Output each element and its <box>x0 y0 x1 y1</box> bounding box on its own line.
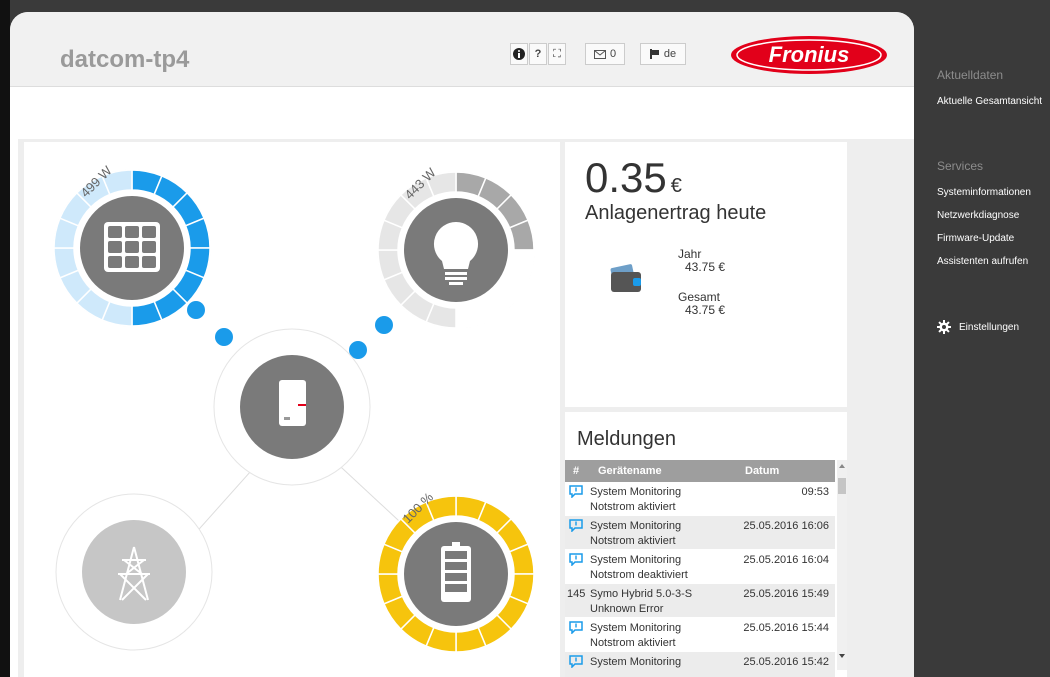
pv-gauge: 499 W <box>53 162 211 327</box>
message-text: Notstrom aktiviert <box>590 501 676 513</box>
table-row[interactable]: System Monitoring Notstrom aktiviert 25.05… <box>565 618 835 652</box>
messages-table: # Gerätename Datum System Monitoring Nots… <box>565 460 835 677</box>
message-bubble-icon <box>569 553 583 566</box>
messages-button[interactable]: 0 <box>585 43 625 65</box>
flow-dot <box>375 316 393 334</box>
message-text: Notstrom aktiviert <box>590 535 676 547</box>
total-value: 43.75 € <box>685 303 726 317</box>
message-bubble-icon <box>569 621 583 634</box>
message-text: Unknown Error <box>590 603 664 615</box>
help-button[interactable]: ? <box>529 43 547 65</box>
sidebar-item-settings[interactable]: Einstellungen <box>937 320 1019 334</box>
messages-panel: Meldungen # Gerätename Datum System Moni… <box>565 412 847 677</box>
table-row[interactable]: System Monitoring 25.05.2016 15:42 <box>565 652 835 677</box>
flow-dot <box>187 301 205 319</box>
year-value: 43.75 € <box>685 260 726 274</box>
message-device: System Monitoring <box>590 554 682 566</box>
message-date: 25.05.2016 15:42 <box>743 656 829 668</box>
message-device: Symo Hybrid 5.0-3-S <box>590 588 693 600</box>
header: datcom-tp4 ? ⛶ 0 de Fronius <box>10 12 914 87</box>
site-title: datcom-tp4 <box>60 46 190 73</box>
message-device: System Monitoring <box>590 520 682 532</box>
message-bubble-icon <box>569 519 583 532</box>
message-bubble-icon <box>569 655 583 668</box>
battery-gauge: 100 % <box>377 489 535 653</box>
sidebar-item-current-overview[interactable]: Aktuelle Gesamtansicht <box>937 96 1042 107</box>
message-number: 145 <box>567 588 586 600</box>
language-label: de <box>663 48 677 60</box>
messages-title: Meldungen <box>577 428 676 450</box>
load-gauge: 443 W <box>377 164 535 329</box>
col-date: Datum <box>745 465 780 477</box>
messages-scrollbar[interactable] <box>837 460 847 670</box>
left-edge <box>0 0 10 677</box>
message-date: 25.05.2016 16:06 <box>743 520 829 532</box>
sidebar-item-systeminformationen[interactable]: Systeminformationen <box>937 187 1031 198</box>
messages-count: 0 <box>609 48 617 60</box>
earnings-label: Anlagenertrag heute <box>585 202 767 224</box>
help-icon: ? <box>534 48 542 60</box>
scroll-thumb[interactable] <box>838 478 846 494</box>
table-header: # Gerätename Datum <box>565 460 835 482</box>
message-device: System Monitoring <box>590 622 682 634</box>
info-button[interactable] <box>510 43 528 65</box>
total-label: Gesamt <box>678 290 721 304</box>
message-date: 25.05.2016 16:04 <box>743 554 829 566</box>
fullscreen-button[interactable]: ⛶ <box>548 43 566 65</box>
solar-panel-icon <box>104 222 160 272</box>
earnings-value: 0.35 € <box>585 154 682 201</box>
language-button[interactable]: de <box>640 43 686 65</box>
message-date: 09:53 <box>801 486 829 498</box>
table-row[interactable]: System Monitoring Notstrom aktiviert 25.05… <box>565 516 835 550</box>
message-device: System Monitoring <box>590 656 682 668</box>
message-device: System Monitoring <box>590 486 682 498</box>
table-row[interactable]: System Monitoring Notstrom aktiviert 09:53 <box>565 482 835 516</box>
sidebar: Aktuelldaten Aktuelle Gesamtansicht Serv… <box>925 0 1050 677</box>
earnings-panel: 0.35 € Anlagenertrag heute Jahr 43.75 € G… <box>565 142 847 407</box>
flow-dot <box>215 328 233 346</box>
battery-icon <box>441 542 471 602</box>
table-row[interactable]: System Monitoring Notstrom deaktiviert 25.… <box>565 550 835 584</box>
sidebar-section-services: Services <box>937 159 984 173</box>
fronius-logo: Fronius <box>731 36 887 74</box>
scroll-down-icon[interactable] <box>838 652 846 660</box>
wallet-icon <box>610 264 641 292</box>
sidebar-item-firmware-update[interactable]: Firmware-Update <box>937 233 1014 244</box>
col-num: # <box>573 465 580 477</box>
svg-text:Fronius: Fronius <box>769 42 850 67</box>
scroll-up-icon[interactable] <box>838 462 846 470</box>
sidebar-item-netzwerkdiagnose[interactable]: Netzwerkdiagnose <box>937 210 1019 221</box>
info-icon <box>513 48 525 60</box>
currency-symbol: € <box>670 175 682 197</box>
grid[interactable] <box>55 493 213 651</box>
col-device: Gerätename <box>598 465 662 477</box>
inverter[interactable] <box>213 328 371 486</box>
message-date: 25.05.2016 15:44 <box>743 622 829 634</box>
message-text: Notstrom aktiviert <box>590 637 676 649</box>
messages-rows: System Monitoring Notstrom aktiviert 09:53… <box>565 482 835 677</box>
main-window: datcom-tp4 ? ⛶ 0 de Fronius 499 W 443 W … <box>10 12 914 677</box>
inverter-icon <box>279 380 306 426</box>
message-date: 25.05.2016 15:49 <box>743 588 829 600</box>
content-area: 499 W 443 W 100 % 0.35 € Anlagenertrag h… <box>10 88 914 677</box>
message-text: Notstrom deaktiviert <box>590 569 688 581</box>
message-bubble-icon <box>569 485 583 498</box>
gear-icon <box>937 320 951 334</box>
energy-flow-diagram: 499 W 443 W 100 % <box>53 162 535 653</box>
table-row[interactable]: 145 Symo Hybrid 5.0-3-S Unknown Error 25.05… <box>565 584 835 618</box>
settings-label: Einstellungen <box>959 321 1020 333</box>
fullscreen-icon: ⛶ <box>553 47 561 60</box>
envelope-icon <box>593 49 606 59</box>
energy-flow-panel: 499 W 443 W 100 % <box>24 142 560 677</box>
sidebar-item-assistenten[interactable]: Assistenten aufrufen <box>937 256 1028 267</box>
flag-icon <box>649 49 659 59</box>
year-label: Jahr <box>678 247 702 261</box>
sidebar-section-current: Aktuelldaten <box>937 68 1004 82</box>
